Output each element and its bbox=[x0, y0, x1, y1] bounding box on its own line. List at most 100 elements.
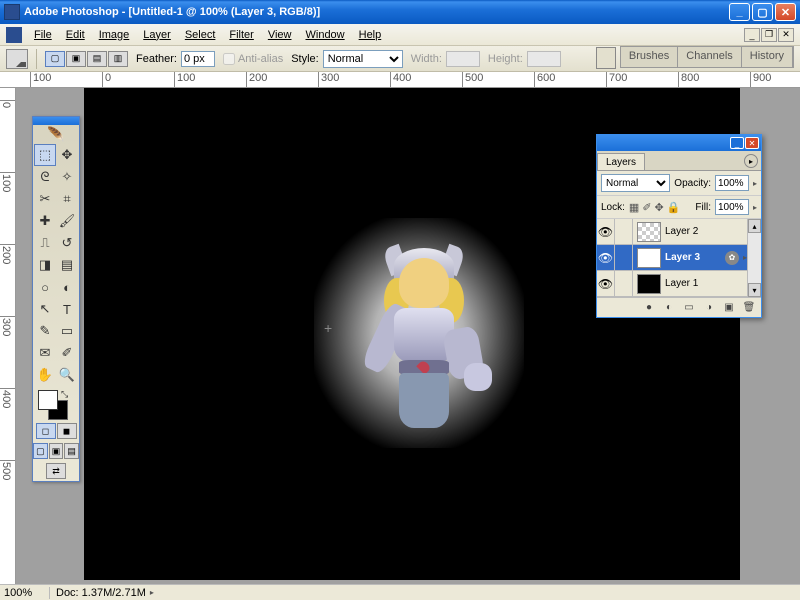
selection-add-icon[interactable]: ▣ bbox=[66, 51, 86, 67]
feather-input[interactable] bbox=[181, 51, 215, 67]
slice-tool-icon[interactable]: ⌗ bbox=[56, 188, 78, 210]
layer-style-icon[interactable]: ● bbox=[641, 301, 657, 315]
delete-layer-icon[interactable]: 🗑 bbox=[741, 301, 757, 315]
menu-view[interactable]: View bbox=[262, 27, 298, 43]
zoom-tool-icon[interactable]: 🔍 bbox=[56, 364, 78, 386]
layer-thumbnail[interactable] bbox=[637, 274, 661, 294]
selection-subtract-icon[interactable]: ▤ bbox=[87, 51, 107, 67]
type-tool-icon[interactable]: T bbox=[56, 298, 78, 320]
history-brush-tool-icon[interactable]: ↺ bbox=[56, 232, 78, 254]
scroll-down-icon[interactable]: ▾ bbox=[748, 283, 761, 297]
minimize-button[interactable]: _ bbox=[729, 3, 750, 21]
new-layer-icon[interactable]: ▣ bbox=[721, 301, 737, 315]
doc-close-button[interactable]: ✕ bbox=[778, 28, 794, 42]
menu-help[interactable]: Help bbox=[353, 27, 388, 43]
layer-link-cell[interactable] bbox=[615, 245, 633, 271]
layers-panel[interactable]: _ ✕ Layers ▸ Normal Opacity: ▸ Lock: ▦ ✐… bbox=[596, 134, 762, 318]
menu-filter[interactable]: Filter bbox=[223, 27, 259, 43]
opacity-slider-icon[interactable]: ▸ bbox=[753, 179, 757, 188]
dodge-tool-icon[interactable]: ◐ bbox=[56, 276, 78, 298]
menu-edit[interactable]: Edit bbox=[60, 27, 91, 43]
quickmask-mode-icon[interactable]: ◼ bbox=[57, 423, 77, 439]
new-set-icon[interactable]: ▭ bbox=[681, 301, 697, 315]
layer-mask-icon[interactable]: ◐ bbox=[661, 301, 677, 315]
standard-mode-icon[interactable]: ◻ bbox=[36, 423, 56, 439]
stamp-tool-icon[interactable]: ⎍ bbox=[34, 232, 56, 254]
layers-panel-titlebar[interactable]: _ ✕ bbox=[597, 135, 761, 151]
screen-fullmenu-icon[interactable]: ▣ bbox=[49, 443, 64, 459]
menu-file[interactable]: File bbox=[28, 27, 58, 43]
panel-menu-icon[interactable]: ▸ bbox=[744, 154, 758, 168]
ruler-vertical[interactable]: 0 100 200 300 400 500 bbox=[0, 88, 16, 584]
ps-icon[interactable] bbox=[6, 27, 22, 43]
visibility-eye-icon[interactable]: 👁 bbox=[597, 271, 615, 297]
well-tab-channels[interactable]: Channels bbox=[678, 47, 741, 67]
adjustment-layer-icon[interactable]: ◑ bbox=[701, 301, 717, 315]
status-menu-icon[interactable]: ▸ bbox=[150, 588, 154, 597]
lock-position-icon[interactable]: ✥ bbox=[655, 201, 664, 214]
layer-row[interactable]: 👁 Layer 3 ✿ ▸ bbox=[597, 245, 747, 271]
file-browser-button[interactable] bbox=[596, 47, 616, 69]
blend-mode-select[interactable]: Normal bbox=[601, 174, 670, 192]
brush-tool-icon[interactable]: 🖌 bbox=[56, 210, 78, 232]
screen-standard-icon[interactable]: ▢ bbox=[33, 443, 48, 459]
visibility-eye-icon[interactable]: 👁 bbox=[597, 219, 615, 245]
panel-minimize-button[interactable]: _ bbox=[730, 137, 744, 149]
swap-colors-icon[interactable]: ⤡ bbox=[61, 389, 68, 400]
layer-link-cell[interactable] bbox=[615, 271, 633, 297]
style-select[interactable]: Normal bbox=[323, 50, 403, 68]
well-tab-brushes[interactable]: Brushes bbox=[621, 47, 678, 67]
jump-to-imageready-icon[interactable]: ⇄ bbox=[46, 463, 66, 479]
blur-tool-icon[interactable]: ○ bbox=[34, 276, 56, 298]
menu-image[interactable]: Image bbox=[93, 27, 136, 43]
layer-name[interactable]: Layer 3 bbox=[665, 252, 725, 263]
doc-restore-button[interactable]: ❐ bbox=[761, 28, 777, 42]
menu-layer[interactable]: Layer bbox=[137, 27, 177, 43]
doc-minimize-button[interactable]: _ bbox=[744, 28, 760, 42]
pen-tool-icon[interactable]: ✎ bbox=[34, 320, 56, 342]
scroll-up-icon[interactable]: ▴ bbox=[748, 219, 761, 233]
eyedropper-tool-icon[interactable]: ✐ bbox=[56, 342, 78, 364]
maximize-button[interactable]: ▢ bbox=[752, 3, 773, 21]
crop-tool-icon[interactable]: ✂ bbox=[34, 188, 56, 210]
layer-row[interactable]: 👁 Layer 2 bbox=[597, 219, 747, 245]
layer-name[interactable]: Layer 1 bbox=[665, 278, 747, 289]
layer-row[interactable]: 👁 Layer 1 bbox=[597, 271, 747, 297]
zoom-field[interactable]: 100% bbox=[0, 587, 50, 599]
layer-link-cell[interactable] bbox=[615, 219, 633, 245]
close-button[interactable]: ✕ bbox=[775, 3, 796, 21]
move-tool-icon[interactable]: ✥ bbox=[56, 144, 78, 166]
scroll-track[interactable] bbox=[748, 233, 761, 283]
visibility-eye-icon[interactable]: 👁 bbox=[597, 245, 615, 271]
layer-thumbnail[interactable] bbox=[637, 248, 661, 268]
heal-tool-icon[interactable]: ✚ bbox=[34, 210, 56, 232]
layer-effects-icon[interactable]: ✿ bbox=[725, 251, 739, 265]
well-tab-history[interactable]: History bbox=[742, 47, 793, 67]
selection-intersect-icon[interactable]: ▥ bbox=[108, 51, 128, 67]
gradient-tool-icon[interactable]: ▤ bbox=[56, 254, 78, 276]
fill-slider-icon[interactable]: ▸ bbox=[753, 203, 757, 212]
panel-close-button[interactable]: ✕ bbox=[745, 137, 759, 149]
lock-transparency-icon[interactable]: ▦ bbox=[629, 201, 639, 214]
lasso-tool-icon[interactable]: ᘓ bbox=[34, 166, 56, 188]
marquee-tool-icon[interactable]: ⬚ bbox=[34, 144, 56, 166]
hand-tool-icon[interactable]: ✋ bbox=[34, 364, 56, 386]
notes-tool-icon[interactable]: ✉ bbox=[34, 342, 56, 364]
path-select-tool-icon[interactable]: ↖ bbox=[34, 298, 56, 320]
layer-thumbnail[interactable] bbox=[637, 222, 661, 242]
lock-pixels-icon[interactable]: ✐ bbox=[642, 201, 651, 214]
menu-window[interactable]: Window bbox=[300, 27, 351, 43]
opacity-input[interactable] bbox=[715, 175, 749, 191]
layer-name[interactable]: Layer 2 bbox=[665, 226, 747, 237]
menu-select[interactable]: Select bbox=[179, 27, 222, 43]
fill-input[interactable] bbox=[715, 199, 749, 215]
toolbox-drag-handle[interactable] bbox=[33, 117, 79, 125]
selection-new-icon[interactable]: ▢ bbox=[45, 51, 65, 67]
ruler-horizontal[interactable]: 100 0 100 200 300 400 500 600 700 800 90… bbox=[0, 72, 800, 88]
wand-tool-icon[interactable]: ✧ bbox=[56, 166, 78, 188]
shape-tool-icon[interactable]: ▭ bbox=[56, 320, 78, 342]
layers-scrollbar[interactable]: ▴ ▾ bbox=[747, 219, 761, 297]
foreground-color-swatch[interactable] bbox=[38, 390, 58, 410]
screen-full-icon[interactable]: ▤ bbox=[64, 443, 79, 459]
lock-all-icon[interactable]: 🔒 bbox=[667, 201, 681, 214]
